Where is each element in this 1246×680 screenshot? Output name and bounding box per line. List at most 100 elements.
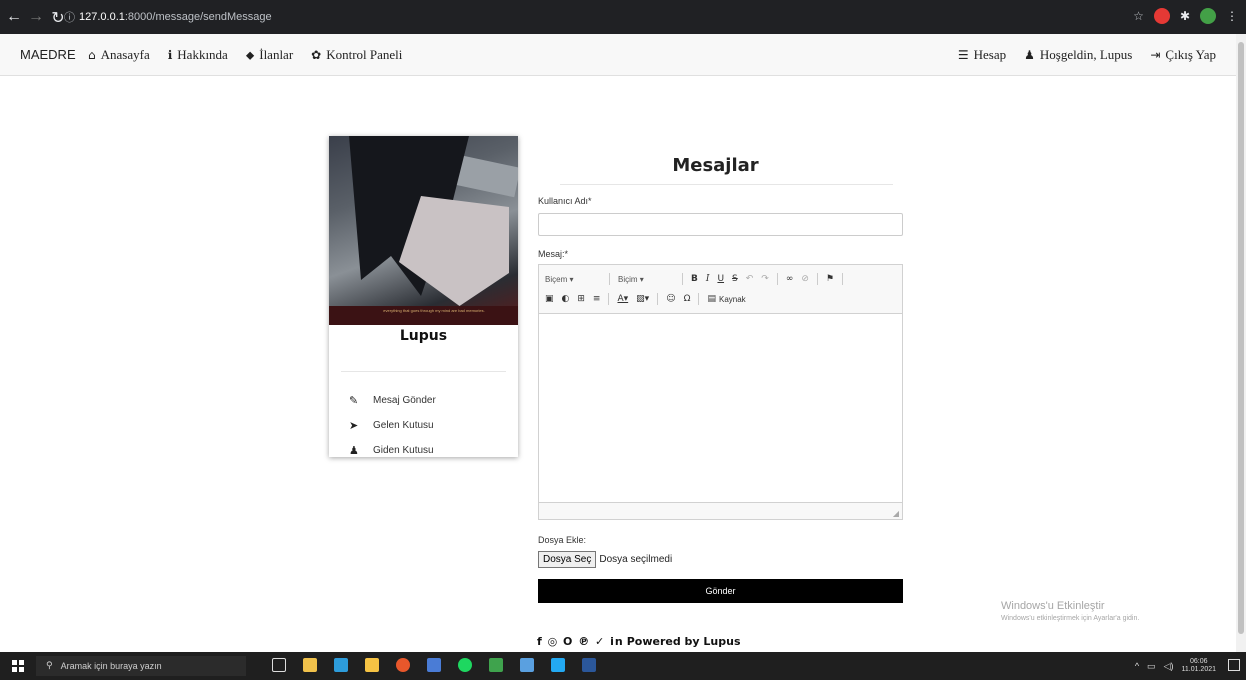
- format-combo[interactable]: Biçim ▾: [618, 275, 674, 284]
- menu-send-message[interactable]: ✎ Mesaj Gönder: [349, 388, 436, 413]
- avatar-caption: everything that goes through my mind are…: [383, 308, 485, 313]
- smiley-icon[interactable]: ☺: [666, 294, 675, 304]
- nav-about-label: Hakkında: [177, 47, 228, 62]
- search-icon: ⚲: [46, 661, 53, 671]
- spotify-icon[interactable]: [458, 658, 472, 672]
- task-view-icon[interactable]: [272, 658, 286, 672]
- username-input[interactable]: [538, 213, 903, 236]
- toolbar-separator: [776, 273, 778, 285]
- watermark-title: Windows'u Etkinleştir: [1001, 600, 1105, 612]
- address-bar[interactable]: ⓘ 127.0.0.1:8000/message/sendMessage: [64, 7, 1154, 27]
- nav-control-panel[interactable]: ✿ Kontrol Paneli: [311, 47, 402, 63]
- anchor-flag-icon[interactable]: ⚑: [826, 274, 834, 284]
- omega-icon[interactable]: Ω: [684, 294, 691, 304]
- horizontal-rule-icon[interactable]: ≡: [593, 294, 601, 304]
- chrome-icon[interactable]: [396, 658, 410, 672]
- bold-icon[interactable]: B: [691, 274, 698, 284]
- editor-toolbar: Biçem ▾ Biçim ▾ B I U S ↶ ↷ ∞ ⊘ ⚑ ▣ ◐ ⊞ …: [539, 265, 902, 314]
- social-icons[interactable]: f ◎ O ℗ ✓ in: [537, 635, 624, 648]
- app-icon[interactable]: [334, 658, 348, 672]
- source-button[interactable]: ▤ Kaynak: [707, 294, 745, 304]
- style-combo[interactable]: Biçem ▾: [545, 275, 601, 284]
- italic-icon[interactable]: I: [706, 274, 710, 284]
- submit-button[interactable]: Gönder: [538, 579, 903, 603]
- site-navbar: MAEDRE ⌂ Anasayfa ℹ Hakkında ⬥ İlanlar ✿ Kon…: [0, 34, 1236, 76]
- profile-card: everything that goes through my mind are…: [329, 136, 518, 457]
- nav-about[interactable]: ℹ Hakkında: [168, 47, 228, 63]
- nav-home[interactable]: ⌂ Anasayfa: [88, 47, 150, 63]
- user-icon: ♟: [1024, 48, 1035, 62]
- toolbar-separator: [657, 293, 659, 305]
- nav-control-panel-label: Kontrol Paneli: [326, 47, 403, 62]
- volume-icon[interactable]: ◁): [1164, 661, 1174, 672]
- taskbar-search[interactable]: ⚲ Aramak için buraya yazın: [36, 656, 246, 676]
- flash-icon[interactable]: ◐: [562, 294, 570, 304]
- toolbar-row-2: ▣ ◐ ⊞ ≡ A▾ ▨▾ ☺ Ω ▤ Kaynak: [545, 289, 896, 309]
- menu-outbox[interactable]: ♟ Giden Kutusu: [349, 438, 436, 463]
- chevron-down-icon: ▾: [569, 274, 574, 284]
- text-color-icon[interactable]: A▾: [617, 294, 628, 304]
- profile-avatar-icon[interactable]: [1200, 8, 1216, 24]
- chevron-down-icon: ▾: [639, 274, 644, 284]
- source-label: Kaynak: [718, 294, 746, 304]
- editor-content[interactable]: [539, 314, 902, 502]
- table-icon[interactable]: ⊞: [577, 294, 585, 304]
- choose-file-button[interactable]: Dosya Seç: [538, 551, 597, 568]
- nav-logout[interactable]: ⇥ Çıkış Yap: [1150, 47, 1216, 63]
- background-color-icon[interactable]: ▨▾: [636, 294, 649, 304]
- resize-handle-icon[interactable]: ◢: [893, 509, 899, 518]
- app-icon[interactable]: [520, 658, 534, 672]
- puzzle-icon[interactable]: ✱: [1180, 9, 1190, 23]
- profile-avatar: everything that goes through my mind are…: [329, 136, 518, 325]
- notification-icon[interactable]: [1228, 659, 1240, 671]
- extension-icon[interactable]: [1153, 8, 1170, 24]
- underline-icon[interactable]: U: [717, 274, 724, 284]
- menu-inbox[interactable]: ➤ Gelen Kutusu: [349, 413, 436, 438]
- menu-inbox-label: Gelen Kutusu: [373, 420, 434, 431]
- info-icon: ℹ: [167, 48, 173, 62]
- info-icon[interactable]: ⓘ: [64, 9, 75, 25]
- page-scrollbar[interactable]: [1236, 34, 1246, 652]
- nav-home-label: Anasayfa: [100, 47, 150, 62]
- username-label: Kullanıcı Adı*: [538, 196, 592, 206]
- menu-dots-icon[interactable]: ⋮: [1226, 9, 1238, 23]
- redo-icon[interactable]: ↷: [761, 274, 769, 284]
- profile-menu: ✎ Mesaj Gönder ➤ Gelen Kutusu ♟ Giden Kutus…: [349, 388, 436, 463]
- link-icon[interactable]: ∞: [786, 274, 794, 284]
- message-label: Mesaj:*: [538, 249, 569, 259]
- image-icon[interactable]: ▣: [545, 294, 554, 304]
- nav-right: ☰ Hesap ♟ Hoşgeldin, Lupus ⇥ Çıkış Yap: [958, 47, 1216, 63]
- word-icon[interactable]: [582, 658, 596, 672]
- chevron-up-icon[interactable]: ^: [1135, 661, 1139, 671]
- menu-send-message-label: Mesaj Gönder: [373, 395, 436, 406]
- forward-icon[interactable]: →: [28, 8, 44, 28]
- app-icon[interactable]: [489, 658, 503, 672]
- unlink-icon[interactable]: ⊘: [801, 274, 809, 284]
- windows-start-icon[interactable]: [12, 660, 24, 672]
- scrollbar-thumb[interactable]: [1238, 42, 1244, 634]
- source-icon: ▤: [707, 294, 716, 304]
- browser-chrome: ← → ↻ ⓘ 127.0.0.1:8000/message/sendMessa…: [0, 0, 1246, 34]
- avatar-face: [399, 196, 509, 306]
- nav-welcome[interactable]: ♟ Hoşgeldin, Lupus: [1024, 47, 1132, 63]
- star-icon[interactable]: ☆: [1133, 9, 1144, 23]
- undo-icon[interactable]: ↶: [746, 274, 754, 284]
- editor-footer: ◢: [539, 502, 902, 519]
- toolbar-separator: [608, 293, 610, 305]
- app-icon[interactable]: [427, 658, 441, 672]
- back-icon[interactable]: ←: [6, 8, 22, 28]
- nav-left: ⌂ Anasayfa ℹ Hakkında ⬥ İlanlar ✿ Kontrol Pa…: [88, 47, 402, 63]
- browser-nav: ← → ↻: [6, 8, 66, 28]
- nav-account[interactable]: ☰ Hesap: [958, 47, 1006, 63]
- store-icon[interactable]: [303, 658, 317, 672]
- page-title: Mesajlar: [672, 155, 759, 176]
- vscode-icon[interactable]: [551, 658, 565, 672]
- strikethrough-icon[interactable]: S: [732, 274, 738, 284]
- taskbar-clock[interactable]: 06:06 11.01.2021: [1181, 658, 1216, 674]
- nav-listings[interactable]: ⬥ İlanlar: [246, 47, 293, 63]
- network-icon[interactable]: ▭: [1147, 661, 1156, 672]
- brand[interactable]: MAEDRE: [20, 47, 76, 62]
- file-label: Dosya Ekle:: [538, 535, 587, 545]
- url-host: 127.0.0.1: [79, 11, 125, 23]
- file-explorer-icon[interactable]: [365, 658, 379, 672]
